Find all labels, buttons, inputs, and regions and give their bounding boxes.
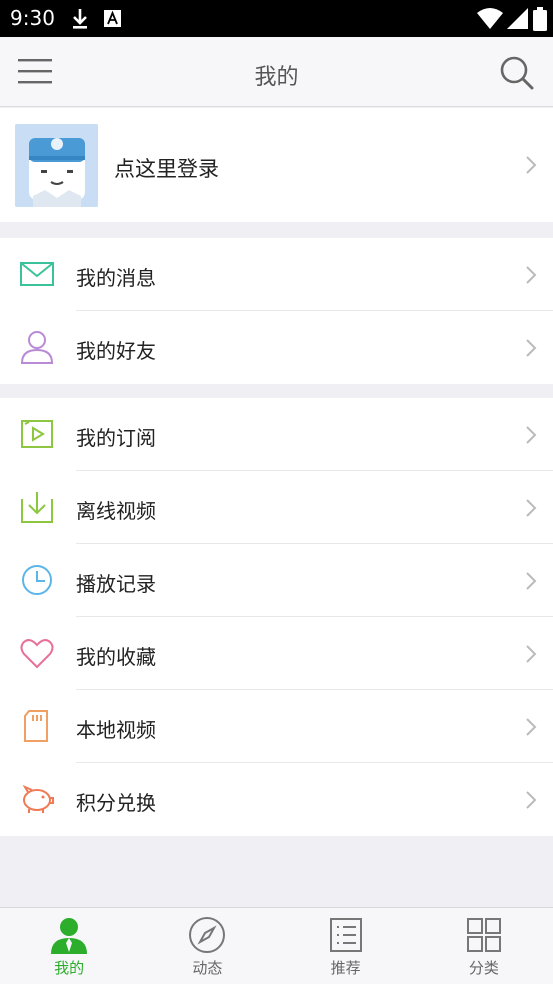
- clock-icon: [22, 565, 52, 595]
- status-time: 9:30: [10, 6, 55, 30]
- tab-category[interactable]: 分类: [415, 908, 553, 984]
- list-icon: [329, 918, 362, 952]
- login-card[interactable]: 点这里登录: [0, 108, 553, 222]
- app-header: 我的: [0, 37, 553, 107]
- menu-item-points-exchange[interactable]: 积分兑换: [0, 763, 553, 836]
- menu-item-friends[interactable]: 我的好友: [0, 311, 553, 384]
- compass-icon: [189, 917, 226, 953]
- chevron-right-icon: [526, 266, 537, 284]
- sdcard-icon: [24, 710, 48, 742]
- menu-item-favorites[interactable]: 我的收藏: [0, 617, 553, 690]
- heart-icon: [20, 639, 54, 669]
- signal-icon: [507, 8, 528, 29]
- bottom-tab-bar: 我的 动态 推荐 分类: [0, 907, 553, 984]
- download-status-icon: [73, 9, 87, 29]
- battery-icon: [533, 7, 547, 31]
- menu-item-offline-videos[interactable]: 离线视频: [0, 471, 553, 544]
- chevron-right-icon: [526, 718, 537, 736]
- menu-item-local-videos[interactable]: 本地视频: [0, 690, 553, 763]
- menu-item-messages[interactable]: 我的消息: [0, 238, 553, 311]
- menu-item-label: 我的好友: [76, 339, 156, 363]
- chevron-right-icon: [526, 156, 537, 174]
- menu-item-label: 离线视频: [76, 499, 156, 523]
- menu-item-label: 播放记录: [76, 572, 156, 596]
- status-bar: 9:30: [0, 0, 553, 37]
- menu-item-label: 积分兑换: [76, 791, 156, 815]
- tab-recommend[interactable]: 推荐: [277, 908, 415, 984]
- menu-item-subscriptions[interactable]: 我的订阅: [0, 398, 553, 471]
- wifi-icon: [477, 8, 503, 29]
- menu-item-label: 本地视频: [76, 718, 156, 742]
- menu-group-video: 我的订阅 离线视频 播放记录 我的收藏 本地视频 积分兑换: [0, 398, 553, 836]
- chevron-right-icon: [526, 339, 537, 357]
- menu-item-play-history[interactable]: 播放记录: [0, 544, 553, 617]
- mail-icon: [20, 262, 54, 286]
- avatar: [15, 124, 98, 207]
- menu-item-label: 我的收藏: [76, 645, 156, 669]
- piggy-bank-icon: [22, 784, 54, 813]
- subscribe-icon: [21, 420, 53, 448]
- person-icon: [20, 331, 54, 364]
- tab-dynamic[interactable]: 动态: [138, 908, 276, 984]
- tab-label: 分类: [468, 959, 499, 977]
- page-title: 我的: [254, 65, 299, 90]
- chevron-right-icon: [526, 426, 537, 444]
- tab-mine[interactable]: 我的: [0, 908, 138, 984]
- tab-label: 我的: [54, 959, 85, 977]
- robot-avatar-icon: [15, 124, 98, 207]
- grid-icon: [466, 918, 501, 952]
- user-icon: [51, 918, 88, 954]
- tab-label: 动态: [192, 959, 223, 977]
- download-icon: [21, 492, 53, 523]
- chevron-right-icon: [526, 572, 537, 590]
- login-label: 点这里登录: [114, 157, 219, 181]
- chevron-right-icon: [526, 499, 537, 517]
- chevron-right-icon: [526, 645, 537, 663]
- tab-label: 推荐: [330, 959, 361, 977]
- accessibility-status-icon: [104, 10, 121, 27]
- menu-group-social: 我的消息 我的好友: [0, 238, 553, 384]
- menu-item-label: 我的消息: [76, 266, 156, 290]
- search-icon[interactable]: [499, 55, 535, 91]
- chevron-right-icon: [526, 791, 537, 809]
- menu-item-label: 我的订阅: [76, 426, 156, 450]
